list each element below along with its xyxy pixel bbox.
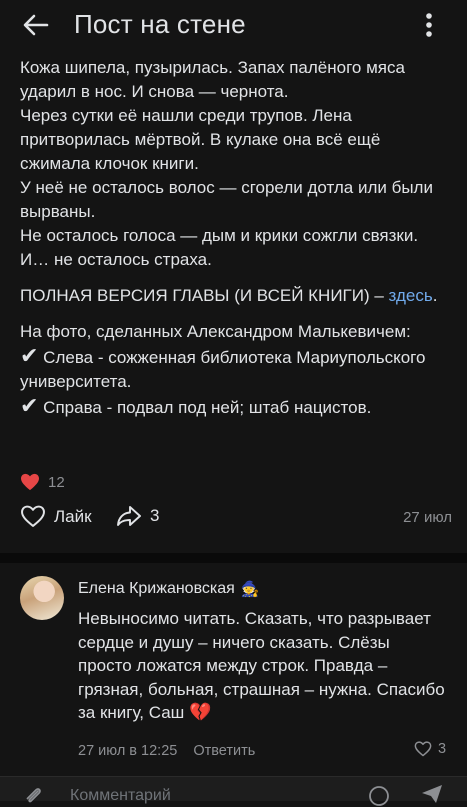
- share-button[interactable]: 3: [116, 505, 159, 527]
- more-vertical-icon: [426, 13, 432, 37]
- page-title: Пост на стене: [74, 9, 246, 39]
- post-paragraph: У неё не осталось волос — сгорели дотла …: [20, 178, 433, 221]
- reactions-summary[interactable]: 12: [20, 473, 65, 491]
- post-paragraph: Не осталось голоса — дым и крики сожгли …: [20, 226, 419, 245]
- arrow-left-icon: [23, 14, 49, 36]
- photo-item: ✔ Справа - подвал под ней; штаб нацистов…: [20, 394, 450, 420]
- post-text: Кожа шипела, пузырилась. Запах палёного …: [20, 56, 450, 420]
- author-badge-icon: 🧙: [240, 581, 260, 598]
- photo-item-text: Слева - сожженная библиотека Мариупольск…: [20, 348, 426, 391]
- comment-like-button[interactable]: 3: [414, 741, 446, 757]
- comment-author[interactable]: Елена Крижановская 🧙: [78, 580, 260, 598]
- section-divider: [0, 553, 467, 563]
- post-paragraph: Через сутки её нашли среди трупов. Лена …: [20, 106, 381, 173]
- heart-outline-icon: [21, 505, 45, 527]
- top-bar: Пост на стене: [0, 0, 467, 50]
- comment-time: 27 июл в 12:25: [78, 743, 178, 759]
- comment-composer: Комментарий: [0, 776, 467, 806]
- heart-outline-icon: [414, 741, 432, 757]
- full-version-text: ПОЛНАЯ ВЕРСИЯ ГЛАВЫ (И ВСЕЙ КНИГИ) –: [20, 286, 384, 305]
- comment-body: Невыносимо читать. Сказать, что разрывае…: [78, 609, 445, 722]
- photo-item: ✔ Слева - сожженная библиотека Мариуполь…: [20, 344, 450, 394]
- checkmark-icon: ✔: [20, 393, 39, 418]
- like-label: Лайк: [54, 506, 92, 526]
- like-button[interactable]: Лайк: [20, 505, 92, 528]
- comment-input[interactable]: Комментарий: [70, 787, 171, 805]
- share-icon: [117, 506, 141, 526]
- sticker-icon[interactable]: [368, 785, 390, 807]
- reply-button[interactable]: Ответить: [193, 743, 255, 759]
- back-button[interactable]: [18, 8, 54, 42]
- full-version-link[interactable]: здесь: [389, 286, 433, 305]
- post-paragraph: И… не осталось страха.: [20, 250, 212, 269]
- broken-heart-icon: 💔: [189, 702, 212, 722]
- post-date: 27 июл: [403, 509, 452, 526]
- send-icon[interactable]: [420, 783, 444, 805]
- comment-like-count: 3: [438, 741, 447, 757]
- photo-item-text: Справа - подвал под ней; штаб нацистов.: [43, 398, 372, 417]
- paperclip-icon[interactable]: [22, 785, 44, 807]
- comment-meta: 27 июл в 12:25 Ответить: [78, 743, 255, 759]
- post-paragraph: Кожа шипела, пузырилась. Запах палёного …: [20, 58, 405, 101]
- heart-icon: [21, 473, 39, 491]
- photo-intro: На фото, сделанных Александром Малькевич…: [20, 322, 411, 341]
- full-version-paragraph: ПОЛНАЯ ВЕРСИЯ ГЛАВЫ (И ВСЕЙ КНИГИ) – зде…: [20, 284, 450, 308]
- post-actions: Лайк 3 27 июл: [20, 505, 452, 535]
- checkmark-icon: ✔: [20, 343, 39, 368]
- comment-author-name: Елена Крижановская: [78, 580, 235, 597]
- reactions-count: 12: [48, 473, 65, 491]
- comment-text: Невыносимо читать. Сказать, что разрывае…: [78, 607, 448, 725]
- share-count: 3: [150, 506, 160, 525]
- avatar[interactable]: [20, 576, 64, 620]
- more-menu-button[interactable]: [414, 8, 444, 42]
- full-version-end: .: [432, 286, 438, 305]
